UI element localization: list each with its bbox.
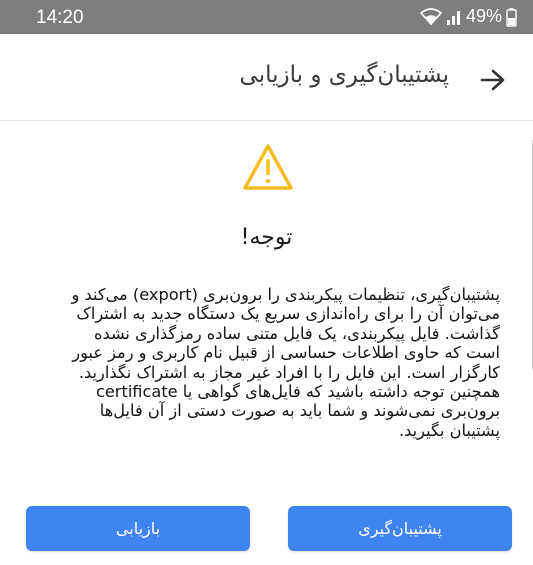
screen: 14:20 49% — [0, 0, 533, 565]
restore-button[interactable]: بازیابی — [26, 506, 250, 551]
status-bar: 14:20 49% — [0, 0, 533, 34]
back-button[interactable] — [475, 62, 511, 98]
alert-title: توجه! — [240, 225, 293, 250]
alert-content: توجه! پشتیبان‌گیری، تنظیمات پیکربندی را … — [0, 121, 533, 565]
app-bar: پشتیبان‌گیری و بازیابی — [0, 34, 533, 121]
wifi-icon — [419, 7, 442, 26]
battery-icon — [506, 7, 517, 27]
status-time: 14:20 — [36, 7, 84, 28]
alert-body-line: گذاشت. فایل پیکربندی، یک فایل متنی ساده … — [93, 323, 500, 343]
alert-body-line: همچنین توجه داشته باشید که فایل‌های گواه… — [95, 382, 500, 402]
alert-body-line: می‌توان آن را برای راه‌اندازی سریع یک دس… — [76, 304, 500, 324]
battery-percent: 49% — [465, 6, 502, 26]
backup-button[interactable]: پشتیبان‌گیری — [288, 506, 512, 551]
page-title: پشتیبان‌گیری و بازیابی — [239, 62, 449, 88]
alert-body-line: پشتیبان بگیرید. — [399, 420, 500, 440]
alert-body: پشتیبان‌گیری، تنظیمات پیکربندی را برون‌ب… — [26, 285, 500, 440]
arrow-right-icon — [480, 69, 505, 91]
alert-body-line: برون‌بری نمی‌شوند و شما باید به صورت دست… — [99, 401, 500, 421]
warning-icon — [243, 144, 293, 190]
status-icons: 49% — [419, 6, 517, 27]
signal-icon — [446, 8, 462, 26]
alert-body-line: کارگزار است. این فایل را با افراد غیر مج… — [78, 362, 500, 382]
alert-body-line: پشتیبان‌گیری، تنظیمات پیکربندی را برون‌ب… — [71, 285, 500, 304]
alert-body-line: است که حاوی اطلاعات حساسی از قبیل نام کا… — [72, 343, 500, 363]
action-buttons: بازیابی پشتیبان‌گیری — [26, 506, 512, 551]
